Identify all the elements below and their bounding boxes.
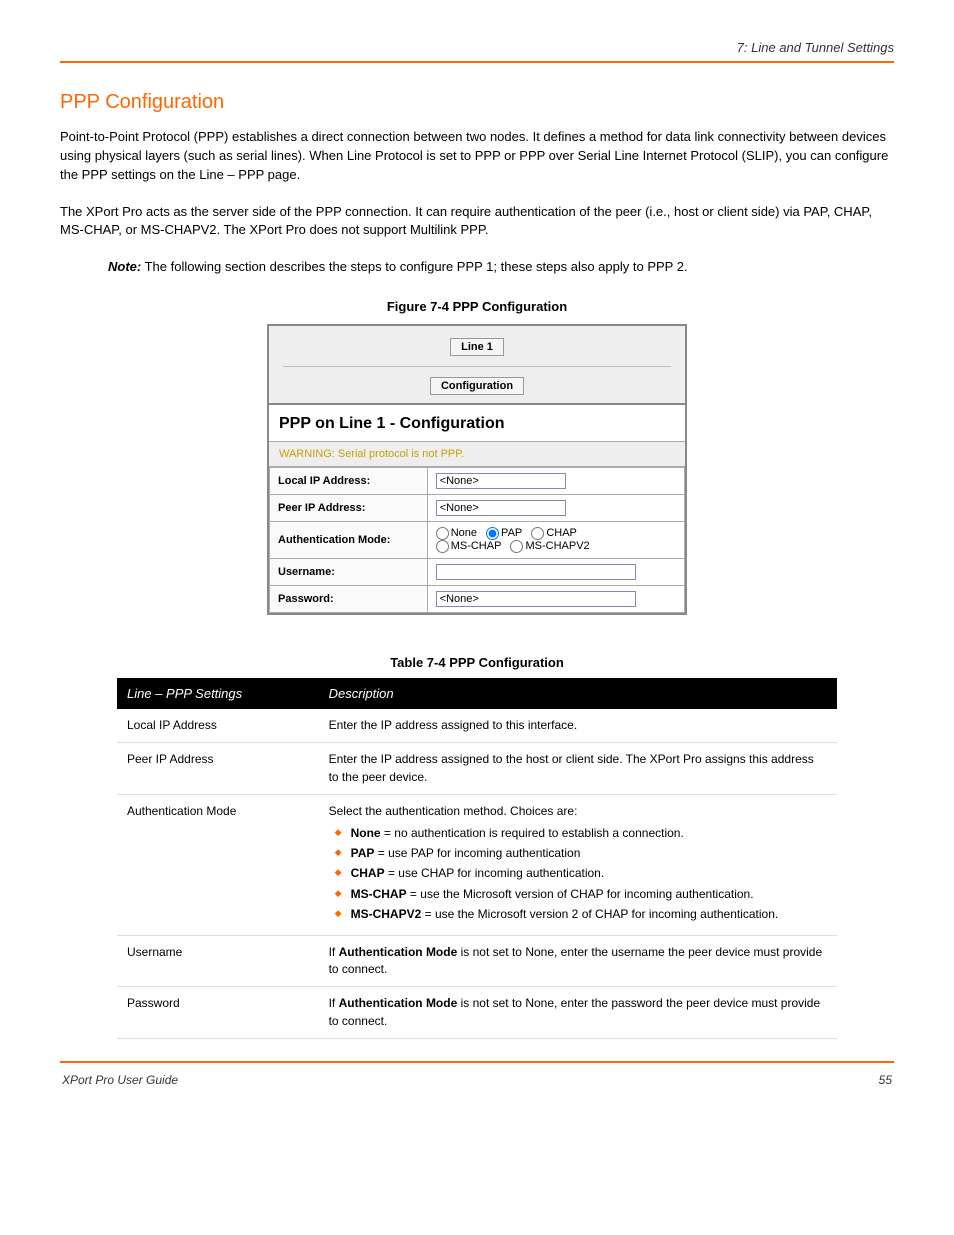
th-description: Description bbox=[319, 678, 837, 709]
config-panel-title: PPP on Line 1 - Configuration bbox=[269, 405, 685, 441]
label-username: Username: bbox=[270, 559, 428, 586]
description-table: Line – PPP Settings Description Local IP… bbox=[117, 678, 837, 1039]
radio-mschapv2[interactable] bbox=[510, 540, 523, 553]
section-heading: PPP Configuration bbox=[60, 91, 894, 114]
config-panel: Line 1 Configuration PPP on Line 1 - Con… bbox=[267, 324, 687, 615]
cell-auth-mode-desc: Select the authentication method. Choice… bbox=[319, 795, 837, 935]
auth-mode-bullet-list: None = no authentication is required to … bbox=[329, 825, 827, 924]
config-form-table: Local IP Address: Peer IP Address: Authe… bbox=[269, 467, 685, 613]
cell-peer-ip-label: Peer IP Address bbox=[117, 743, 319, 795]
figure-caption: Figure 7-4 PPP Configuration bbox=[60, 299, 894, 314]
list-item: None = no authentication is required to … bbox=[335, 825, 827, 842]
cell-username-label: Username bbox=[117, 935, 319, 987]
footer-right: 55 bbox=[879, 1073, 892, 1087]
input-password[interactable] bbox=[436, 591, 636, 607]
tab-line-1[interactable]: Line 1 bbox=[450, 338, 504, 356]
label-password: Password: bbox=[270, 586, 428, 613]
radio-none[interactable] bbox=[436, 527, 449, 540]
list-item: MS-CHAP = use the Microsoft version of C… bbox=[335, 886, 827, 903]
intro-paragraph-2: The XPort Pro acts as the server side of… bbox=[60, 203, 894, 241]
cell-local-ip-label: Local IP Address bbox=[117, 709, 319, 743]
radio-chap-label: CHAP bbox=[546, 527, 577, 539]
input-username[interactable] bbox=[436, 564, 636, 580]
table-row: Username If Authentication Mode is not s… bbox=[117, 935, 837, 987]
cell-username-desc: If Authentication Mode is not set to Non… bbox=[319, 935, 837, 987]
warning-message: WARNING: Serial protocol is not PPP. bbox=[269, 441, 685, 467]
cell-password-desc: If Authentication Mode is not set to Non… bbox=[319, 987, 837, 1039]
label-auth-mode: Authentication Mode: bbox=[270, 522, 428, 559]
radio-none-label: None bbox=[451, 527, 477, 539]
cell-peer-ip-desc: Enter the IP address assigned to the hos… bbox=[319, 743, 837, 795]
radio-pap[interactable] bbox=[486, 527, 499, 540]
radio-chap[interactable] bbox=[531, 527, 544, 540]
cell-password-label: Password bbox=[117, 987, 319, 1039]
radio-mschap-label: MS-CHAP bbox=[451, 540, 502, 552]
input-peer-ip[interactable] bbox=[436, 500, 566, 516]
auth-mode-radio-group: None PAP CHAP MS-CHAP MS-CHAPV2 bbox=[436, 527, 676, 553]
list-item: PAP = use PAP for incoming authenticatio… bbox=[335, 845, 827, 862]
table-row: Password If Authentication Mode is not s… bbox=[117, 987, 837, 1039]
list-item: MS-CHAPV2 = use the Microsoft version 2 … bbox=[335, 906, 827, 923]
label-local-ip: Local IP Address: bbox=[270, 468, 428, 495]
table-row: Authentication Mode Select the authentic… bbox=[117, 795, 837, 935]
footer-left: XPort Pro User Guide bbox=[62, 1073, 178, 1087]
radio-mschapv2-label: MS-CHAPV2 bbox=[525, 540, 589, 552]
note-label: Note: bbox=[108, 259, 141, 274]
table-row: Local IP Address Enter the IP address as… bbox=[117, 709, 837, 743]
divider-bottom bbox=[60, 1061, 894, 1063]
cell-auth-mode-label: Authentication Mode bbox=[117, 795, 319, 935]
table-row: Peer IP Address Enter the IP address ass… bbox=[117, 743, 837, 795]
label-peer-ip: Peer IP Address: bbox=[270, 495, 428, 522]
list-item: CHAP = use CHAP for incoming authenticat… bbox=[335, 865, 827, 882]
divider-top bbox=[60, 61, 894, 63]
th-settings: Line – PPP Settings bbox=[117, 678, 319, 709]
page-footer: XPort Pro User Guide 55 bbox=[60, 1073, 894, 1087]
tab-configuration[interactable]: Configuration bbox=[430, 377, 524, 395]
page-header-breadcrumb: 7: Line and Tunnel Settings bbox=[60, 40, 894, 55]
radio-pap-label: PAP bbox=[501, 527, 522, 539]
table-caption: Table 7-4 PPP Configuration bbox=[60, 655, 894, 670]
radio-mschap[interactable] bbox=[436, 540, 449, 553]
note-block: Note: The following section describes th… bbox=[108, 258, 894, 277]
note-text: The following section describes the step… bbox=[145, 259, 688, 274]
config-tabs-area: Line 1 Configuration bbox=[269, 326, 685, 405]
intro-paragraph-1: Point-to-Point Protocol (PPP) establishe… bbox=[60, 128, 894, 185]
cell-local-ip-desc: Enter the IP address assigned to this in… bbox=[319, 709, 837, 743]
input-local-ip[interactable] bbox=[436, 473, 566, 489]
